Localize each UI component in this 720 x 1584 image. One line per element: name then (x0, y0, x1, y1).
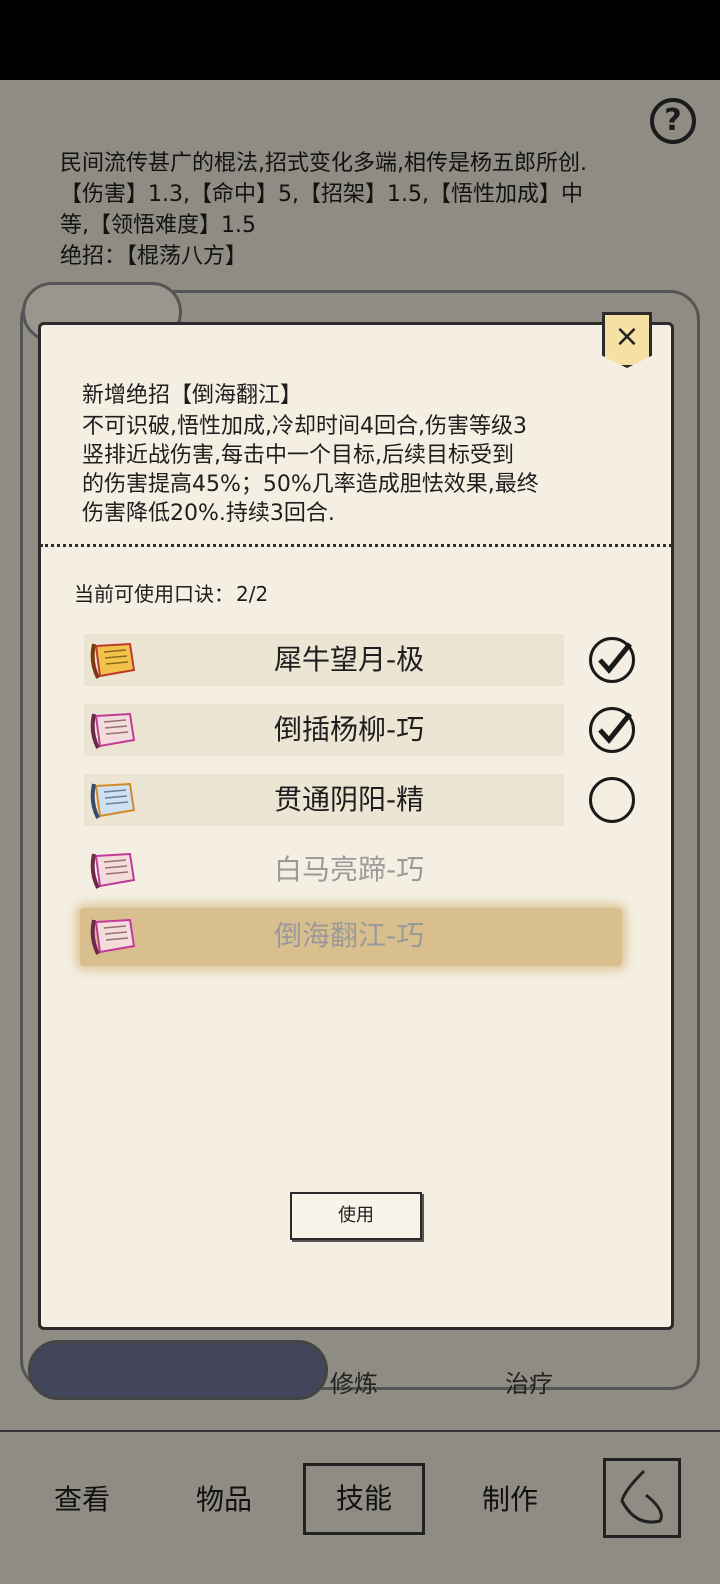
desc-line: 绝招：【棍荡八方】 (60, 244, 248, 269)
technique-row[interactable]: 倒插杨柳-巧 (84, 700, 644, 760)
tab-divider (0, 1430, 720, 1432)
technique-label: 倒插杨柳-巧 (274, 713, 425, 746)
technique-label: 倒海翻江-巧 (274, 919, 425, 952)
scroll-roll-bottom (28, 1340, 328, 1400)
scroll-pink-icon (90, 712, 136, 749)
scroll-pink-icon (90, 852, 136, 889)
technique-label: 犀牛望月-极 (274, 643, 425, 676)
skill-description: 民间流传甚广的棍法,招式变化多端,相传是杨五郎所创. 【伤害】1.3,【命中】5… (60, 148, 660, 272)
technique-label: 白马亮蹄-巧 (274, 853, 425, 886)
desc-line: 民间流传甚广的棍法,招式变化多端,相传是杨五郎所创. (60, 151, 587, 176)
tab-craft[interactable]: 制作 (482, 1476, 538, 1524)
technique-label: 贯通阴阳-精 (274, 783, 425, 816)
usable-value: 2/2 (236, 582, 269, 606)
new-skill-description: 不可识破,悟性加成,冷却时间4回合,伤害等级3 竖排近战伤害,每击中一个目标,后… (82, 412, 652, 528)
dotted-divider (40, 544, 672, 547)
technique-row[interactable]: 贯通阴阳-精 (84, 770, 644, 830)
desc-line: 【伤害】1.3,【命中】5,【招架】1.5,【悟性加成】中 (60, 182, 583, 207)
scroll-pink-icon (90, 918, 136, 955)
usable-count: 当前可使用口诀： 2/2 (72, 578, 268, 607)
new-desc-line: 竖排近战伤害,每击中一个目标,后续目标受到 (82, 443, 514, 468)
checked-icon[interactable] (589, 707, 635, 753)
new-desc-line: 不可识破,悟性加成,冷却时间4回合,伤害等级3 (82, 414, 527, 439)
technique-row[interactable]: 犀牛望月-极 (84, 630, 644, 690)
partial-text-left: 修炼 (330, 1370, 378, 1398)
status-bar (0, 0, 720, 80)
desc-line: 等,【领悟难度】1.5 (60, 213, 256, 238)
help-button[interactable]: ? (650, 98, 696, 144)
use-button[interactable]: 使用 (290, 1192, 422, 1240)
partial-text-right: 治疗 (505, 1370, 553, 1398)
usable-label: 当前可使用口诀： (74, 582, 234, 606)
new-desc-line: 伤害降低20%.持续3回合. (82, 501, 335, 526)
new-skill-title: 新增绝招【倒海翻江】 (82, 383, 303, 408)
checked-icon[interactable] (589, 637, 635, 683)
tab-skills[interactable]: 技能 (303, 1463, 426, 1535)
back-icon (620, 1469, 663, 1524)
technique-row-selected[interactable]: 倒海翻江-巧 (80, 906, 644, 966)
back-button[interactable] (603, 1458, 681, 1538)
tab-view[interactable]: 查看 (54, 1476, 110, 1524)
technique-row: 白马亮蹄-巧 (84, 840, 644, 900)
new-desc-line: 的伤害提高45%；50%几率造成胆怯效果,最终 (82, 472, 539, 497)
scroll-gold-icon (90, 642, 136, 679)
unchecked-circle-icon[interactable] (589, 777, 635, 823)
tab-items[interactable]: 物品 (196, 1476, 252, 1524)
scroll-blue-icon (90, 782, 136, 819)
